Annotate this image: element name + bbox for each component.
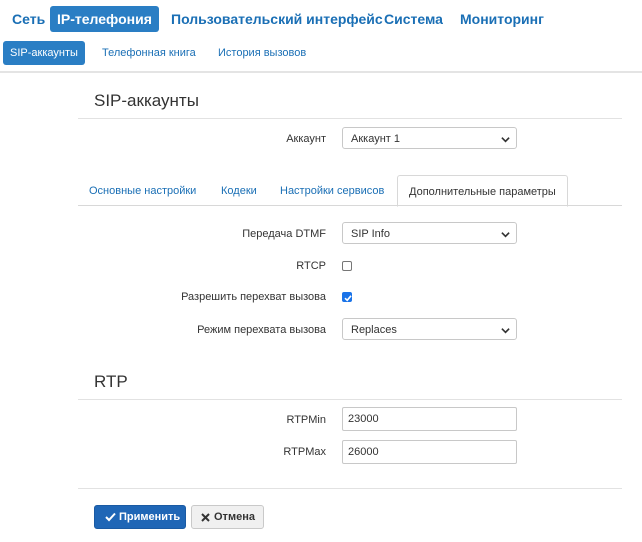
account-label: Аккаунт (286, 133, 326, 145)
nav-item-system[interactable]: Система (377, 6, 450, 32)
pickup-mode-select[interactable]: Replaces (342, 318, 517, 340)
subnav-item-phonebook[interactable]: Телефонная книга (95, 41, 203, 65)
subnav-item-sip-accounts[interactable]: SIP-аккаунты (3, 41, 85, 65)
cancel-button-label: Отмена (214, 511, 255, 523)
tab-service-settings[interactable]: Настройки сервисов (280, 175, 384, 205)
rtcp-checkbox[interactable] (342, 261, 352, 271)
pickup-mode-select-value: Replaces (351, 324, 397, 336)
rtpmax-label: RTPMax (283, 446, 326, 458)
tab-additional-parameters[interactable]: Дополнительные параметры (397, 175, 568, 207)
chevron-down-icon (501, 328, 510, 334)
nav-item-network[interactable]: Сеть (5, 6, 52, 32)
rtpmin-input[interactable] (342, 407, 517, 431)
section-title-sip-accounts: SIP-аккаунты (94, 91, 199, 110)
chevron-down-icon (501, 137, 510, 143)
tab-codecs[interactable]: Кодеки (221, 175, 257, 205)
checkmark-icon (344, 295, 352, 302)
top-navigation: Сеть IP-телефония Пользовательский интер… (0, 0, 642, 38)
rtpmin-label: RTPMin (286, 414, 326, 426)
cancel-button[interactable]: Отмена (191, 505, 264, 529)
account-select[interactable]: Аккаунт 1 (342, 127, 517, 149)
dtmf-label: Передача DTMF (242, 228, 326, 240)
tabs-divider (78, 205, 622, 206)
close-icon (201, 513, 210, 522)
subnav-item-call-history[interactable]: История вызовов (211, 41, 313, 65)
section-title-rtp: RTP (94, 372, 128, 391)
dtmf-select-value: SIP Info (351, 228, 390, 240)
sub-navigation: SIP-аккаунты Телефонная книга История вы… (0, 38, 642, 71)
chevron-down-icon (501, 232, 510, 238)
account-select-value: Аккаунт 1 (351, 133, 400, 145)
dtmf-select[interactable]: SIP Info (342, 222, 517, 244)
tab-basic-settings[interactable]: Основные настройки (89, 175, 196, 205)
call-pickup-checkbox[interactable] (342, 292, 352, 302)
call-pickup-label: Разрешить перехват вызова (181, 291, 326, 303)
rtpmax-input[interactable] (342, 440, 517, 464)
nav-item-user-interface[interactable]: Пользовательский интерфейс (164, 6, 390, 32)
apply-button[interactable]: Применить (94, 505, 186, 529)
section-divider (78, 399, 622, 400)
rtcp-label: RTCP (296, 260, 326, 272)
settings-tabs: Основные настройки Кодеки Настройки серв… (78, 175, 622, 207)
form-footer-divider (78, 488, 622, 489)
nav-divider (0, 71, 642, 73)
section-divider (78, 118, 622, 119)
apply-button-label: Применить (119, 511, 181, 523)
nav-item-monitoring[interactable]: Мониторинг (453, 6, 551, 32)
pickup-mode-label: Режим перехвата вызова (197, 324, 326, 336)
checkmark-icon (105, 512, 116, 522)
nav-item-ip-telephony[interactable]: IP-телефония (50, 6, 159, 32)
